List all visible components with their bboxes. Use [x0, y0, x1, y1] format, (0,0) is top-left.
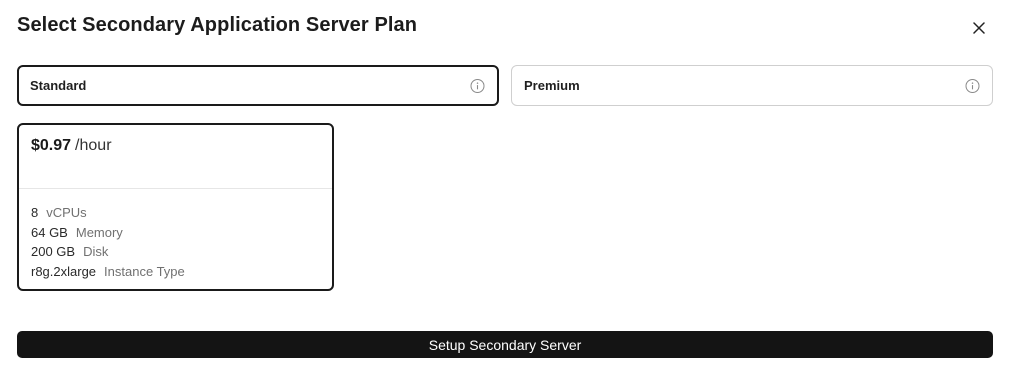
spec-label: Disk: [83, 244, 109, 259]
plan-price: $0.97: [31, 137, 72, 154]
spec-value: 8: [31, 205, 39, 220]
tab-premium[interactable]: Premium: [511, 65, 993, 106]
tab-standard[interactable]: Standard: [17, 65, 499, 106]
info-icon[interactable]: [965, 78, 980, 93]
info-icon[interactable]: [470, 78, 485, 93]
spec-row-disk: 200 GB Disk: [31, 242, 185, 262]
plan-dialog: Select Secondary Application Server Plan…: [0, 0, 1011, 382]
dialog-title: Select Secondary Application Server Plan: [17, 14, 418, 36]
tab-premium-label: Premium: [524, 78, 580, 93]
spec-row-memory: 64 GB Memory: [31, 223, 185, 243]
plan-card[interactable]: $0.97/hour 8 vCPUs 64 GB Memory 200 GB Disk…: [17, 123, 334, 291]
spec-row-instance-type: r8g.2xlarge Instance Type: [31, 262, 185, 282]
tab-standard-label: Standard: [30, 78, 87, 93]
spec-value: 200 GB: [31, 244, 76, 259]
spec-value: r8g.2xlarge: [31, 263, 97, 279]
spec-label: vCPUs: [46, 205, 87, 220]
spec-value: 64 GB: [31, 224, 68, 240]
plan-price-unit: /hour: [75, 137, 112, 154]
setup-secondary-server-button[interactable]: Setup Secondary Server: [17, 331, 993, 358]
close-button[interactable]: [966, 15, 992, 41]
spec-list: 8 vCPUs 64 GB Memory 200 GB Disk r8g.2xlarg…: [31, 203, 185, 281]
close-icon: [973, 22, 985, 34]
spec-label: Memory: [75, 224, 123, 240]
price-row: $0.97/hour: [31, 137, 112, 155]
card-divider: [19, 188, 332, 189]
spec-label: Instance Type: [104, 263, 185, 279]
spec-row-vcpus: 8 vCPUs: [31, 203, 185, 223]
